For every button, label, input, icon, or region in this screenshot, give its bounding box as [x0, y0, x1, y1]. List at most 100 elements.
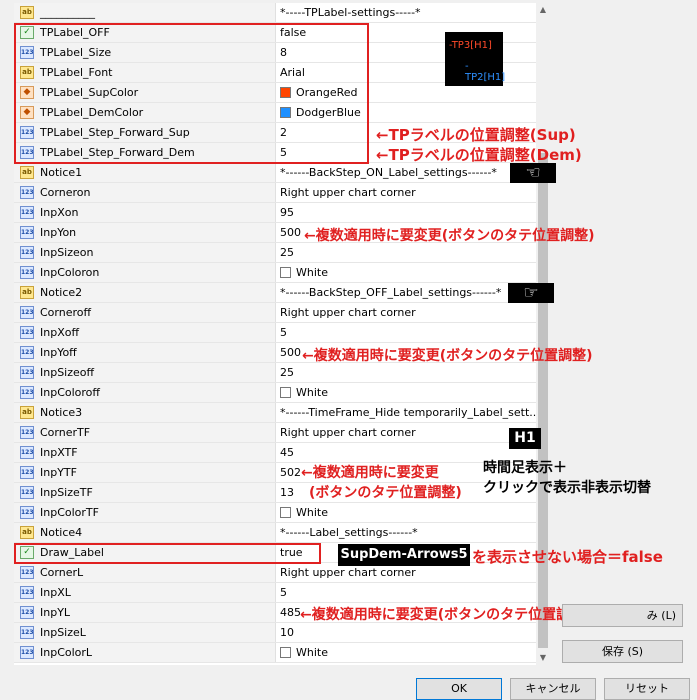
param-value[interactable]: 500: [280, 226, 301, 239]
param-name-cell: 123 InpSizeTF: [14, 483, 276, 502]
param-value[interactable]: *------Label_settings------*: [280, 526, 418, 539]
param-value[interactable]: 485: [280, 606, 301, 619]
param-value[interactable]: 500: [280, 346, 301, 359]
number-type-icon: 123: [20, 186, 34, 199]
param-value[interactable]: 10: [280, 626, 294, 639]
param-row[interactable]: ab Notice4 *------Label_settings------*: [14, 523, 536, 543]
param-name: Notice4: [40, 526, 83, 539]
param-row[interactable]: ab Notice3 *------TimeFrame_Hide temporari…: [14, 403, 536, 423]
param-row[interactable]: 123 InpXon 95: [14, 203, 536, 223]
color-swatch: [280, 267, 291, 278]
param-value[interactable]: Right upper chart corner: [280, 566, 416, 579]
param-name-cell: 123 InpSizeL: [14, 623, 276, 642]
string-type-icon: ab: [20, 526, 34, 539]
param-row[interactable]: 123 InpSizeoff 25: [14, 363, 536, 383]
param-value[interactable]: 45: [280, 446, 294, 459]
param-row[interactable]: ab __________ *-----TPLabel-settings-----*: [14, 3, 536, 23]
param-row[interactable]: 123 CornerTF Right upper chart corner: [14, 423, 536, 443]
param-name-cell: 123 CornerL: [14, 563, 276, 582]
save-button[interactable]: 保存 (S): [562, 640, 683, 663]
param-name: InpSizeon: [40, 246, 94, 259]
param-value-text: 500: [280, 346, 301, 359]
param-value[interactable]: 95: [280, 206, 294, 219]
number-type-icon: 123: [20, 486, 34, 499]
timeframe-desc-line1: 時間足表示＋: [483, 460, 567, 476]
param-value-text: White: [296, 646, 328, 659]
param-value[interactable]: 25: [280, 366, 294, 379]
param-value[interactable]: 25: [280, 246, 294, 259]
param-name-cell: 123 InpXon: [14, 203, 276, 222]
param-value-text: Right upper chart corner: [280, 426, 416, 439]
number-type-icon: 123: [20, 426, 34, 439]
number-type-icon: 123: [20, 506, 34, 519]
param-value[interactable]: *------BackStep_OFF_Label_settings------…: [280, 286, 501, 299]
param-row[interactable]: 123 InpColorL White: [14, 643, 536, 663]
param-value[interactable]: Right upper chart corner: [280, 306, 416, 319]
param-row[interactable]: ab Notice1 *------BackStep_ON_Label_settin…: [14, 163, 536, 183]
param-name-cell: 123 InpYoff: [14, 343, 276, 362]
param-value[interactable]: Right upper chart corner: [280, 426, 416, 439]
tp2-preview-label: -TP2[H1]: [465, 61, 506, 83]
inpytf-annotation-line2: (ボタンのタテ位置調整): [309, 485, 462, 501]
param-row[interactable]: 123 InpSizeL 10: [14, 623, 536, 643]
param-value[interactable]: White: [280, 266, 328, 279]
param-row[interactable]: 123 InpColoroff White: [14, 383, 536, 403]
param-name: InpSizeL: [40, 626, 86, 639]
param-value[interactable]: 13: [280, 486, 294, 499]
param-row[interactable]: ab Notice2 *------BackStep_OFF_Label_setti…: [14, 283, 536, 303]
scroll-down-icon[interactable]: ▼: [536, 651, 550, 665]
param-name-cell: ab __________: [14, 3, 276, 22]
param-name: InpYon: [40, 226, 77, 239]
param-value-text: 485: [280, 606, 301, 619]
inpyl-annotation: ←複数適用時に要変更(ボタンのタテ位置調整): [300, 607, 591, 623]
param-value-text: White: [296, 266, 328, 279]
draw-label-highlight-box: [14, 543, 321, 564]
number-type-icon: 123: [20, 306, 34, 319]
param-value[interactable]: 5: [280, 326, 287, 339]
param-row[interactable]: 123 InpYTF 502: [14, 463, 536, 483]
number-type-icon: 123: [20, 346, 34, 359]
param-value-text: Right upper chart corner: [280, 186, 416, 199]
param-row[interactable]: 123 CornerL Right upper chart corner: [14, 563, 536, 583]
param-name: InpXoff: [40, 326, 80, 339]
param-value[interactable]: White: [280, 506, 328, 519]
param-value-text: Right upper chart corner: [280, 306, 416, 319]
param-value[interactable]: *------BackStep_ON_Label_settings------*: [280, 166, 497, 179]
param-name: InpColorL: [40, 646, 93, 659]
param-name: InpXTF: [40, 446, 78, 459]
timeframe-badge: H1: [509, 428, 541, 449]
param-value-text: *------TimeFrame_Hide temporarily_Label_…: [280, 406, 536, 419]
param-value[interactable]: *------TimeFrame_Hide temporarily_Label_…: [280, 406, 536, 419]
param-value-text: 5: [280, 326, 287, 339]
param-value[interactable]: 502: [280, 466, 301, 479]
param-name-cell: 123 InpColoron: [14, 263, 276, 282]
param-name: InpYL: [40, 606, 71, 619]
param-value-text: *------Label_settings------*: [280, 526, 418, 539]
param-value-text: *------BackStep_OFF_Label_settings------…: [280, 286, 502, 299]
param-name: CornerTF: [40, 426, 91, 439]
param-name-cell: ab Notice4: [14, 523, 276, 542]
param-row[interactable]: 123 Corneroff Right upper chart corner: [14, 303, 536, 323]
scroll-up-icon[interactable]: ▲: [536, 3, 550, 17]
param-value-text: 502: [280, 466, 301, 479]
param-value[interactable]: *-----TPLabel-settings-----*: [280, 6, 421, 19]
partial-button[interactable]: み (L): [562, 604, 683, 627]
param-row[interactable]: 123 InpColorTF White: [14, 503, 536, 523]
param-value[interactable]: Right upper chart corner: [280, 186, 416, 199]
string-type-icon: ab: [20, 6, 34, 19]
param-name: CornerL: [40, 566, 84, 579]
param-value-text: White: [296, 386, 328, 399]
param-row[interactable]: 123 InpColoron White: [14, 263, 536, 283]
hand-pointer-right-icon: ☞: [508, 283, 554, 303]
param-value[interactable]: White: [280, 646, 328, 659]
param-value[interactable]: 5: [280, 586, 287, 599]
param-row[interactable]: 123 InpXoff 5: [14, 323, 536, 343]
param-row[interactable]: 123 InpXTF 45: [14, 443, 536, 463]
param-row[interactable]: 123 InpSizeon 25: [14, 243, 536, 263]
color-swatch: [280, 387, 291, 398]
param-row[interactable]: 123 Corneron Right upper chart corner: [14, 183, 536, 203]
param-name: InpXL: [40, 586, 71, 599]
param-value[interactable]: White: [280, 386, 328, 399]
param-row[interactable]: 123 InpXL 5: [14, 583, 536, 603]
param-value-text: 13: [280, 486, 294, 499]
